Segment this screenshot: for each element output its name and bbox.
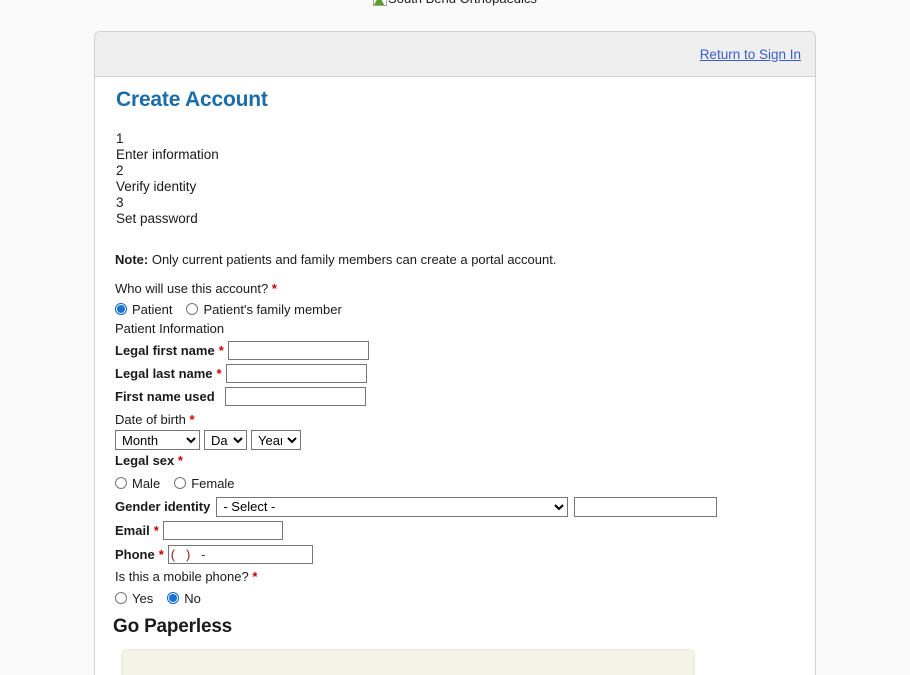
step-3-label: Set password [116,211,198,226]
radio-option-family-member[interactable]: Patient's family member [186,301,342,317]
return-to-sign-in-link[interactable]: Return to Sign In [700,47,801,62]
field-row-gender-identity: Gender identity - Select - [115,496,815,517]
radio-mobile-yes-label: Yes [132,590,154,606]
field-row-legal-last-name: Legal last name * [115,363,815,384]
site-logo-strip: South Bend Orthopaedics [0,0,910,22]
patient-information-heading: Patient Information [115,321,225,336]
note-prefix: Note: [115,252,149,267]
legal-sex-radio-group: Male Female [115,474,815,492]
is-mobile-radio-group: Yes No [115,589,815,607]
step-3-number: 3 [116,195,124,210]
radio-mobile-no-label: No [184,590,201,606]
create-account-card: Return to Sign In Create Account 1 Enter… [94,31,816,675]
radio-female-label: Female [191,475,235,491]
progress-steps: 1 Enter information 2 Verify identity 3 … [115,131,815,227]
radio-family-member-icon[interactable] [186,303,199,315]
first-name-used-input[interactable] [224,387,366,406]
page-title: Create Account [116,88,268,111]
radio-female-icon[interactable] [174,477,187,489]
radio-option-male[interactable]: Male [115,476,160,491]
dob-month-select[interactable]: Month [115,430,200,450]
phone-input[interactable] [167,545,313,564]
portal-note: Note: Only current patients and family m… [115,251,815,269]
step-2-label: Verify identity [116,179,197,194]
radio-mobile-no-icon[interactable] [167,592,180,604]
note-text: Only current patients and family members… [148,252,557,267]
email-required: * [153,523,159,538]
radio-patient-icon[interactable] [115,303,127,315]
field-row-legal-first-name: Legal first name * [115,340,815,361]
radio-option-patient[interactable]: Patient [115,302,172,317]
card-header: Return to Sign In [95,32,815,77]
is-mobile-label: Is this a mobile phone? [115,569,249,584]
legal-last-name-required: * [216,366,222,381]
first-name-used-label: First name used [115,389,215,404]
phone-required: * [158,547,164,562]
legal-first-name-required: * [218,343,224,358]
field-row-phone: Phone * [115,544,815,565]
field-row-email: Email * [115,520,815,541]
field-row-first-name-used: First name used [115,386,815,407]
gender-identity-select[interactable]: - Select - [216,496,569,517]
radio-male-icon[interactable] [115,477,127,489]
step-1-label: Enter information [116,147,219,162]
gender-identity-label: Gender identity [115,499,211,514]
account-user-question: Who will use this account? * [115,280,815,297]
required-asterisk: * [271,281,277,296]
is-mobile-required: * [252,569,258,584]
account-user-radio-group: Patient Patient's family member [115,300,815,318]
logo-alt-text: South Bend Orthopaedics [388,0,537,6]
legal-sex-required: * [177,453,183,468]
date-of-birth-label: Date of birth [115,412,186,427]
legal-first-name-input[interactable] [227,341,369,360]
phone-label: Phone [115,547,155,562]
date-of-birth-selects: Month Day Year [115,430,815,450]
date-of-birth-required: * [189,412,195,427]
account-user-question-text: Who will use this account? [115,281,269,296]
legal-last-name-input[interactable] [225,364,367,383]
step-1-number: 1 [116,131,124,146]
card-body: Create Account 1 Enter information 2 Ver… [95,88,815,675]
is-mobile-question-row: Is this a mobile phone? * [115,568,815,585]
date-of-birth-label-row: Date of birth * [115,411,815,428]
gender-identity-other-input[interactable] [574,496,718,517]
dob-day-select[interactable]: Day [204,430,247,450]
dob-year-select[interactable]: Year [251,430,301,450]
legal-sex-label-row: Legal sex * [115,452,815,469]
email-label: Email [115,523,150,538]
radio-patient-label: Patient [132,301,173,317]
radio-option-mobile-yes[interactable]: Yes [115,591,153,606]
step-2-number: 2 [116,163,124,178]
email-input[interactable] [162,521,283,540]
legal-last-name-label: Legal last name [115,366,213,381]
radio-mobile-yes-icon[interactable] [115,592,127,604]
radio-family-member-label: Patient's family member [203,301,342,317]
radio-male-label: Male [132,475,161,491]
legal-first-name-label: Legal first name [115,343,215,358]
logo-broken-image: South Bend Orthopaedics [373,0,537,6]
go-paperless-panel [121,649,695,675]
radio-option-mobile-no[interactable]: No [167,591,201,606]
radio-option-female[interactable]: Female [174,475,235,491]
broken-image-icon [373,0,388,6]
create-account-form: Note: Only current patients and family m… [95,227,815,675]
legal-sex-label: Legal sex [115,453,175,468]
go-paperless-heading: Go Paperless [113,616,233,637]
